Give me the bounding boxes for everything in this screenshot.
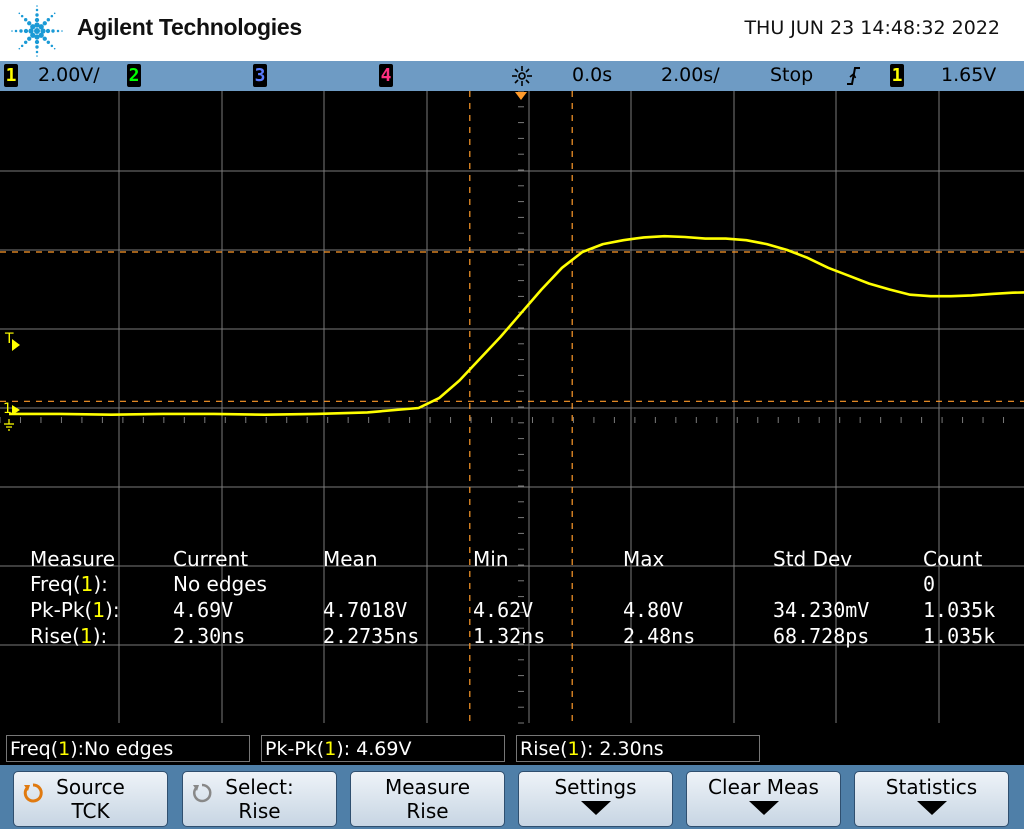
clear-meas-softkey[interactable]: Clear Meas [686,771,841,827]
pk-pk-readout: Pk-Pk(1): 4.69V [261,735,505,762]
channel-1-waveform [9,234,1024,416]
header-current: Current [173,547,249,571]
rising-edge-trigger-icon [847,67,860,85]
submenu-arrow-icon [916,801,947,815]
horizontal-delay: 0.0s [572,64,613,86]
rise-readout: Rise(1): 2.30ns [516,735,760,762]
datetime-display: THU JUN 23 14:48:32 2022 [744,17,1000,39]
table-cell-max: 4.80V [623,598,684,622]
table-cell-current: 2.30ns [173,624,246,648]
timebase-scale: 2.00s/ [661,64,720,86]
brand-name: Agilent Technologies [77,14,302,40]
agilent-spark-logo-icon [11,5,63,57]
channel-1-scale: 2.00V/ [38,64,100,86]
table-cell-min: 1.32ns [473,624,546,648]
trigger-position-icon [515,92,527,100]
table-cell-current: No edges [173,572,267,596]
channel-1-marker-label: 1 [3,401,12,417]
channel-4-indicator[interactable]: 4 [379,64,393,87]
table-cell-count: 0 [923,572,936,596]
run-state: Stop [770,64,814,86]
table-cell-std: 68.728ps [773,624,870,648]
rotate-knob-icon [23,783,43,803]
table-cell-current: 4.69V [173,598,234,622]
select-softkey[interactable]: Select: Rise [182,771,337,827]
header-min: Min [473,547,509,571]
measurement-readout-bar: Freq(1):No edges Pk-Pk(1): 4.69V Rise(1)… [0,733,1024,763]
table-cell-mean: 4.7018V [323,598,408,622]
header-bar: Agilent Technologies THU JUN 23 14:48:32… [0,0,1024,61]
source-softkey[interactable]: Source TCK [13,771,168,827]
channel-1-ground-marker: 1 [2,401,22,427]
waveform-display: T 1 Measure Current Mean Min Max Std Dev… [0,91,1024,731]
header-mean: Mean [323,547,378,571]
table-cell-mean: 2.2735ns [323,624,420,648]
delay-knob-icon [512,66,532,86]
table-cell-max: 2.48ns [623,624,696,648]
status-bar: 1 2.00V/ 2 3 4 0.0s 2.00s/ Stop 1 1.65V [0,61,1024,91]
channel-1-indicator[interactable]: 1 [4,64,18,87]
softkey-bar: Source TCK Select: Rise Measure Rise Set… [0,765,1024,829]
header-measure: Measure [30,547,115,571]
rotate-knob-icon [193,783,212,803]
freq-readout: Freq(1):No edges [6,735,250,762]
channel-3-indicator[interactable]: 3 [253,64,267,87]
table-cell-count: 1.035k [923,598,996,622]
statistics-softkey[interactable]: Statistics [854,771,1009,827]
header-max: Max [623,547,665,571]
trigger-level-marker: T [5,331,23,355]
table-cell-std: 34.230mV [773,598,870,622]
submenu-arrow-icon [580,801,611,815]
header-count: Count [923,547,983,571]
channel-2-indicator[interactable]: 2 [127,64,141,87]
table-cell-min: 4.62V [473,598,534,622]
trigger-source-indicator[interactable]: 1 [890,64,904,87]
submenu-arrow-icon [748,801,779,815]
table-row-label: Pk-Pk(1): [30,598,120,622]
table-row-label: Rise(1): [30,624,108,648]
header-std-dev: Std Dev [773,547,853,571]
settings-softkey[interactable]: Settings [518,771,673,827]
measure-rise-softkey[interactable]: Measure Rise [350,771,505,827]
trigger-marker-label: T [5,331,14,347]
table-row-label: Freq(1): [30,572,108,596]
trigger-level: 1.65V [941,64,997,86]
table-cell-count: 1.035k [923,624,996,648]
